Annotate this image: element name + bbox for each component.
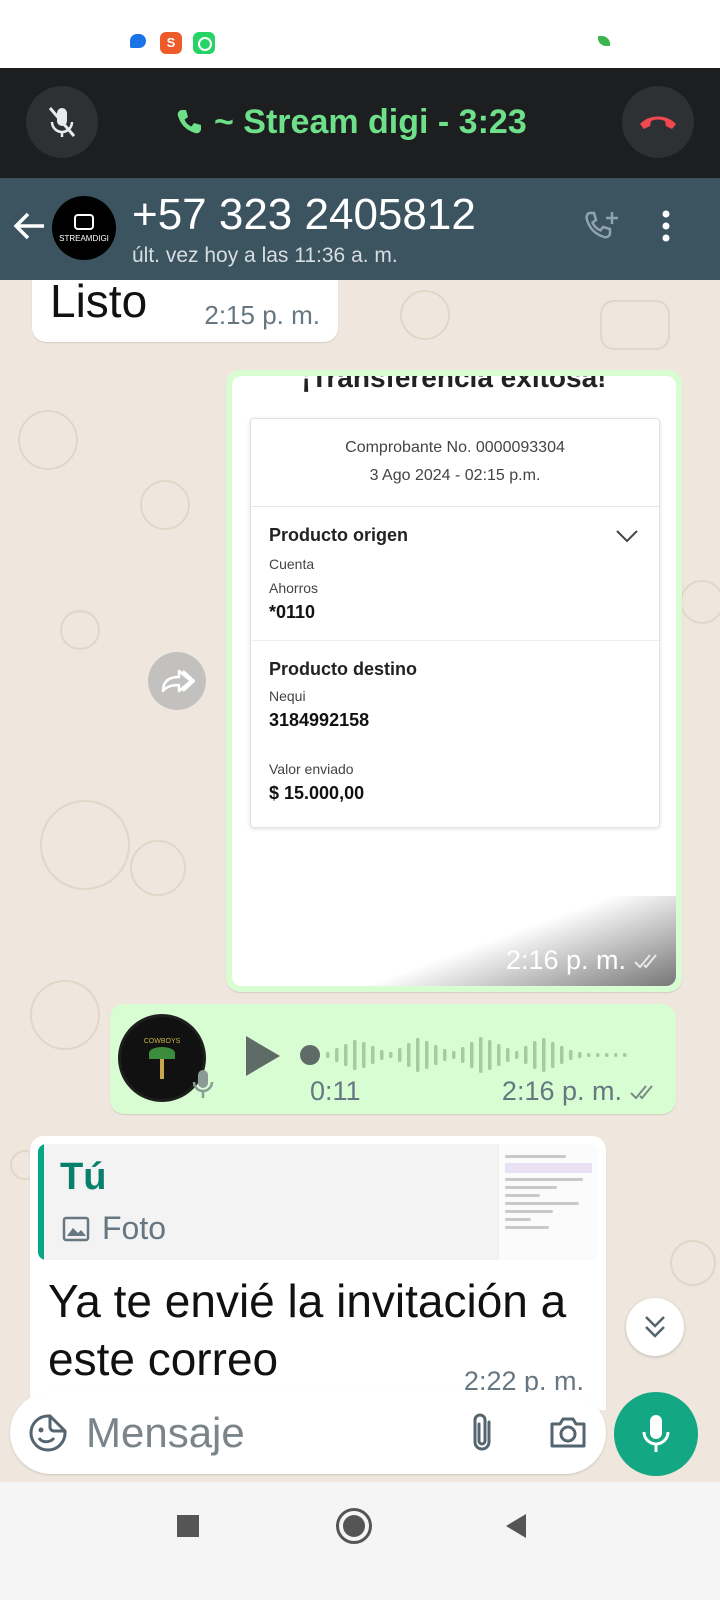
incoming-reply-message[interactable]: Tú Foto Ya te envié la invitación a este… — [30, 1136, 606, 1410]
wallpaper-doodle — [130, 840, 186, 896]
quoted-message[interactable]: Tú Foto — [38, 1144, 598, 1260]
voice-avatar-text: COWBOYS — [143, 1037, 181, 1045]
wallpaper-doodle — [30, 980, 100, 1050]
origin-title: Producto origen — [269, 525, 408, 545]
contact-name[interactable]: +57 323 2405812 — [132, 190, 476, 240]
quote-author: Tú — [60, 1156, 107, 1198]
message-input[interactable] — [86, 1406, 446, 1460]
message-time: 2:15 p. m. — [204, 300, 320, 330]
origin-product-section: Producto origen Cuenta Ahorros *0110 — [251, 507, 659, 641]
end-call-button[interactable] — [622, 86, 694, 158]
phone-icon — [177, 110, 201, 134]
play-icon[interactable] — [242, 1034, 282, 1078]
recents-button[interactable] — [177, 1515, 199, 1537]
mic-off-icon — [48, 107, 76, 137]
chevron-down-icon — [616, 530, 638, 543]
scroll-to-bottom-button[interactable] — [626, 1298, 684, 1356]
quote-accent-bar — [38, 1144, 44, 1260]
destination-bank: Nequi — [269, 688, 306, 704]
arrow-left-icon[interactable] — [10, 206, 50, 246]
home-button[interactable] — [336, 1508, 372, 1544]
avatar-text: STREAMDIGI — [59, 233, 109, 243]
message-composer — [10, 1392, 606, 1474]
receipt-number: Comprobante No. 0000093304 — [345, 439, 565, 456]
add-call-icon[interactable] — [582, 208, 622, 248]
forward-button[interactable] — [148, 652, 206, 710]
sticker-icon[interactable] — [28, 1413, 68, 1453]
wallpaper-doodle — [40, 800, 130, 890]
voice-record-button[interactable] — [614, 1392, 698, 1476]
destination-product-section: Producto destino Nequi 3184992158 Valor … — [251, 641, 659, 814]
mic-badge-icon — [192, 1070, 214, 1098]
nav-back-icon[interactable] — [504, 1512, 528, 1540]
contact-avatar[interactable]: STREAMDIGI — [52, 196, 116, 260]
wallpaper-doodle — [140, 480, 190, 530]
status-bar: S — [0, 0, 720, 68]
call-title[interactable]: ~ Stream digi - 3:23 — [174, 100, 527, 144]
amount-value: $ 15.000,00 — [269, 783, 365, 803]
receipt-heading: ¡Transferencia exitosa! — [301, 376, 607, 393]
message-time: 2:16 p. m. — [506, 945, 662, 976]
image-icon — [62, 1216, 90, 1241]
message-text: Listo — [50, 280, 148, 327]
receipt-image[interactable]: ¡Transferencia exitosa! Comprobante No. … — [232, 376, 676, 986]
message-time: 2:16 p. m. — [502, 1076, 658, 1107]
audio-waveform[interactable] — [300, 1034, 650, 1076]
destination-number: 3184992158 — [269, 710, 370, 730]
double-chevron-down-icon — [645, 1316, 665, 1338]
quote-type: Foto — [62, 1210, 166, 1247]
chat-area[interactable]: Listo 2:15 p. m. ¡Transferencia exitosa!… — [0, 280, 720, 1410]
wallpaper-doodle — [60, 610, 100, 650]
outgoing-voice-message[interactable]: COWBOYS 0:11 2:16 p. m. — [110, 1004, 676, 1114]
call-title-text: ~ Stream digi - 3:23 — [214, 102, 527, 141]
call-end-icon — [640, 116, 676, 129]
time-text: 2:16 p. m. — [501, 1076, 622, 1106]
leaf-status-icon — [598, 36, 610, 46]
receipt-date: 3 Ago 2024 - 02:15 p.m. — [369, 467, 541, 484]
more-vert-icon[interactable] — [660, 208, 672, 248]
shop-notification-icon: S — [160, 32, 182, 54]
messages-notification-icon — [130, 34, 146, 48]
chat-header: STREAMDIGI +57 323 2405812 últ. vez hoy … — [0, 178, 720, 280]
voice-duration: 0:11 — [310, 1076, 361, 1106]
tv-logo-icon — [74, 213, 94, 230]
paperclip-icon[interactable] — [468, 1412, 498, 1454]
mute-button[interactable] — [26, 86, 98, 158]
wallpaper-doodle — [680, 580, 720, 624]
whatsapp-notification-icon — [193, 32, 215, 54]
origin-type: Ahorros — [269, 580, 319, 596]
last-seen-status: últ. vez hoy a las 11:36 a. m. — [132, 244, 398, 267]
double-check-icon — [634, 953, 657, 968]
origin-type-label: Cuenta — [269, 556, 315, 572]
time-text: 2:16 p. m. — [505, 945, 626, 975]
wallpaper-doodle — [18, 410, 78, 470]
double-check-icon — [630, 1084, 653, 1099]
incoming-message-bubble[interactable]: Listo 2:15 p. m. — [32, 280, 338, 342]
quote-thumbnail — [498, 1144, 598, 1260]
wallpaper-doodle — [670, 1240, 716, 1286]
system-nav-bar — [0, 1482, 720, 1600]
mic-icon — [642, 1415, 670, 1452]
quote-type-text: Foto — [102, 1210, 167, 1246]
ongoing-call-bar[interactable]: ~ Stream digi - 3:23 — [0, 68, 720, 178]
destination-title: Producto destino — [269, 659, 417, 679]
origin-account: *0110 — [269, 602, 316, 622]
forward-icon — [161, 669, 195, 693]
wallpaper-doodle — [600, 300, 670, 350]
amount-label: Valor enviado — [269, 761, 354, 777]
receipt-header: Comprobante No. 0000093304 3 Ago 2024 - … — [251, 419, 659, 507]
wallpaper-doodle — [400, 290, 450, 340]
camera-icon[interactable] — [548, 1414, 588, 1450]
receipt-card: Comprobante No. 0000093304 3 Ago 2024 - … — [250, 418, 660, 828]
palm-tree-icon — [147, 1045, 177, 1079]
outgoing-image-message[interactable]: ¡Transferencia exitosa! Comprobante No. … — [226, 370, 682, 992]
